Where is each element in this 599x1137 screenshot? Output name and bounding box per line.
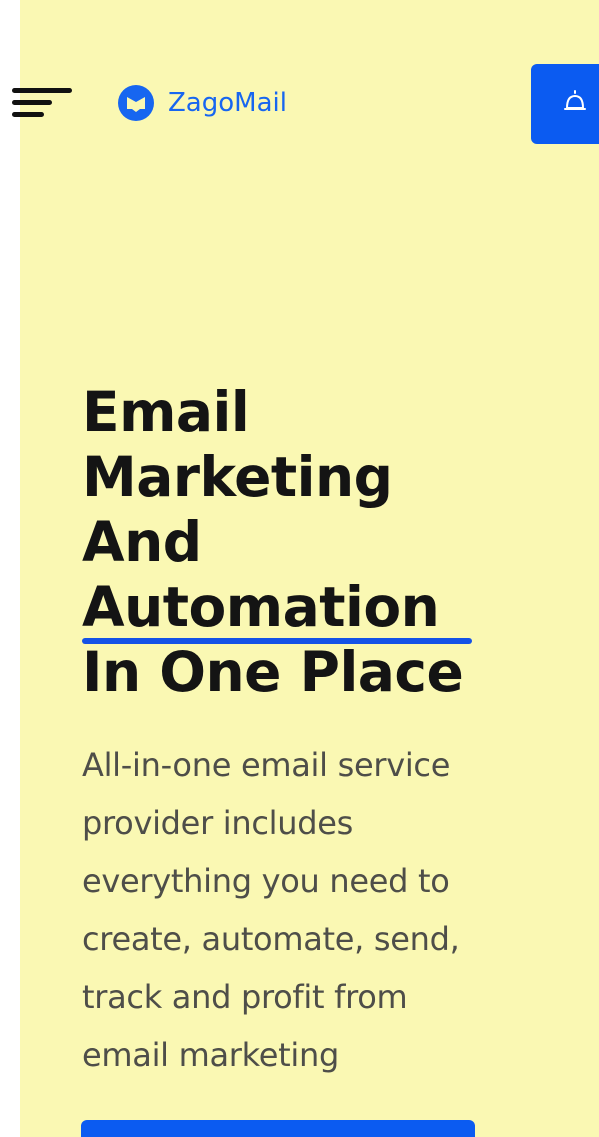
headline-accent-line: Automation	[82, 575, 582, 644]
subtext-line: email marketing	[82, 1036, 339, 1074]
subtext-line: create, automate, send,	[82, 920, 460, 958]
hero-headline: Email Marketing And Automation In One Pl…	[82, 380, 582, 705]
headline-accent: Automation	[82, 575, 472, 644]
page: ZagoMail Email Marketing And Automation …	[0, 0, 599, 1137]
brand-name: ZagoMail	[168, 88, 287, 118]
headline-line-5: In One Place	[82, 640, 464, 704]
hamburger-menu-icon[interactable]	[6, 86, 74, 122]
headline-line-1: Email	[82, 380, 250, 444]
headline-line-2: Marketing	[82, 445, 393, 509]
subtext-line: everything you need to	[82, 862, 450, 900]
hero-subtext: All-in-one email service provider includ…	[82, 736, 552, 1084]
brand-link[interactable]: ZagoMail	[116, 82, 287, 124]
subtext-line: track and profit from	[82, 978, 408, 1016]
zagomail-logo-icon	[116, 83, 156, 123]
cta-button[interactable]	[81, 1120, 475, 1137]
headline-accent-text: Automation	[82, 575, 440, 639]
bell-icon	[564, 90, 586, 110]
headline-underline	[82, 638, 472, 644]
headline-line-3: And	[82, 510, 202, 574]
subtext-line: All-in-one email service	[82, 746, 451, 784]
notification-button[interactable]	[531, 64, 599, 144]
subtext-line: provider includes	[82, 804, 354, 842]
